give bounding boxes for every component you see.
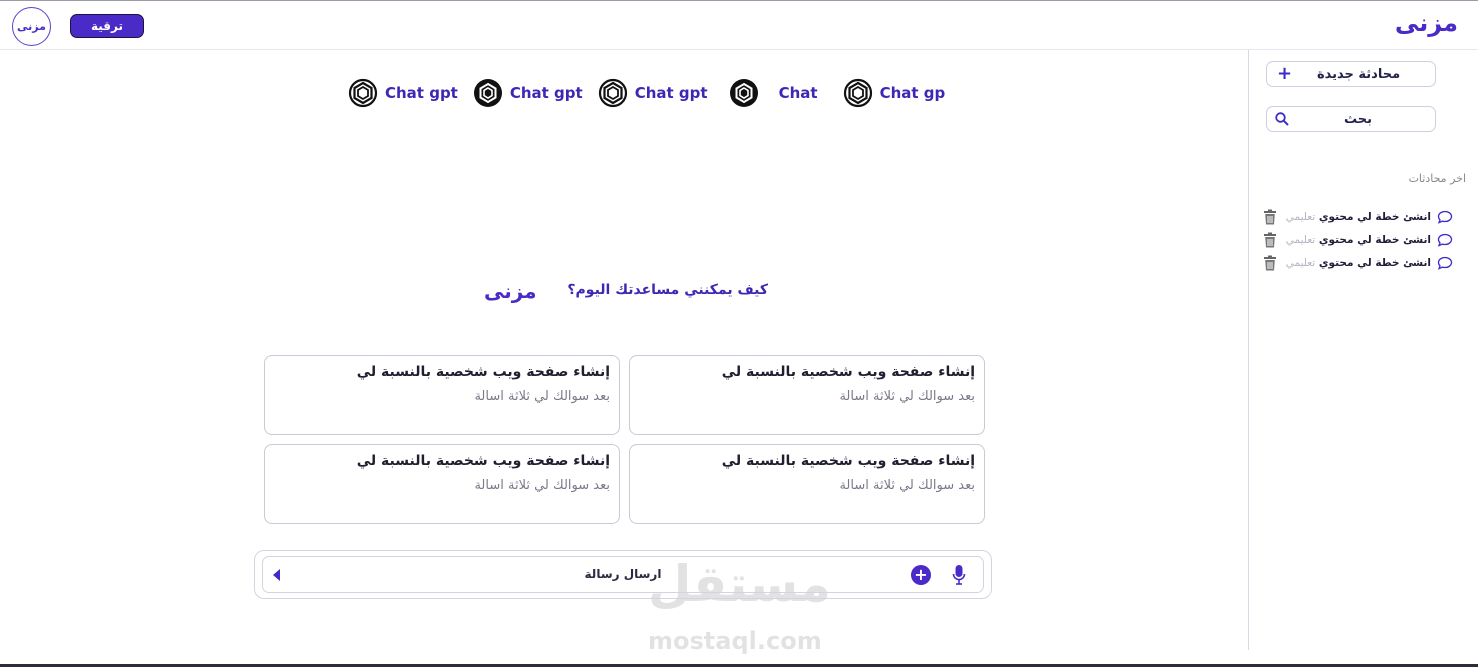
mic-icon[interactable]: [952, 564, 966, 586]
suggestion-card[interactable]: إنشاء صفحة ويب شخصية بالنسبة لي بعد سوال…: [264, 355, 620, 435]
message-composer: ارسال رسالة +: [254, 550, 992, 599]
suggestion-title: إنشاء صفحة ويب شخصية بالنسبة لي: [721, 364, 975, 380]
openai-icon: [348, 78, 378, 108]
conversation-list: انشئ خطة لي محتوي تعليمي انشئ خطة لي محت…: [1253, 205, 1453, 274]
upgrade-button[interactable]: ترقية: [70, 14, 144, 38]
conversation-title: انشئ خطة لي محتوي تعليمي: [1281, 257, 1431, 269]
conversation-item[interactable]: انشئ خطة لي محتوي تعليمي: [1253, 228, 1453, 251]
suggestion-subtitle: بعد سوالك لي ثلاثة اسالة: [474, 478, 610, 493]
message-placeholder: ارسال رسالة: [584, 567, 662, 581]
message-input[interactable]: ارسال رسالة +: [262, 556, 984, 593]
suggestion-card[interactable]: إنشاء صفحة ويب شخصية بالنسبة لي بعد سوال…: [629, 355, 985, 435]
openai-icon: [473, 79, 502, 107]
search-label: بحث: [1343, 111, 1372, 127]
user-avatar[interactable]: مزنى: [12, 7, 51, 46]
conversation-title: انشئ خطة لي محتوي تعليمي: [1281, 234, 1431, 246]
model-option[interactable]: Chat gpt: [348, 78, 458, 108]
conversation-title-main: انشئ خطة لي محتوي: [1315, 256, 1431, 269]
search-icon: [1275, 112, 1289, 126]
chat-bubble-icon: [1437, 210, 1453, 224]
suggestion-title: إنشاء صفحة ويب شخصية بالنسبة لي: [356, 453, 610, 469]
model-label: Chat: [778, 84, 818, 102]
suggestion-subtitle: بعد سوالك لي ثلاثة اسالة: [839, 389, 975, 404]
conversation-item[interactable]: انشئ خطة لي محتوي تعليمي: [1253, 205, 1453, 228]
greeting-logo-text: مزنى: [484, 279, 537, 303]
suggestion-title: إنشاء صفحة ويب شخصية بالنسبة لي: [721, 453, 975, 469]
suggestion-subtitle: بعد سوالك لي ثلاثة اسالة: [839, 478, 975, 493]
openai-icon: [729, 79, 758, 107]
suggestion-card[interactable]: إنشاء صفحة ويب شخصية بالنسبة لي بعد سوال…: [629, 444, 985, 524]
trash-icon[interactable]: [1262, 255, 1278, 271]
search-input[interactable]: بحث: [1266, 106, 1436, 132]
chat-bubble-icon: [1437, 256, 1453, 270]
plus-icon: +: [914, 565, 928, 584]
model-label: Chat gpt: [509, 84, 583, 102]
model-label: Chat gpt: [385, 84, 458, 102]
brand-logo[interactable]: مزنى: [1395, 9, 1458, 37]
add-attachment-button[interactable]: +: [911, 565, 931, 585]
greeting: مزنى كيف يمكنني مساعدتك اليوم؟: [484, 277, 774, 307]
conversation-item[interactable]: انشئ خطة لي محتوي تعليمي: [1253, 251, 1453, 274]
model-option[interactable]: Chat gp: [843, 78, 946, 108]
conversation-title-main: انشئ خطة لي محتوي: [1315, 233, 1431, 246]
greeting-logo: مزنى: [484, 279, 537, 303]
conversation-title-faded: تعليمي: [1285, 256, 1316, 269]
trash-icon[interactable]: [1262, 209, 1278, 225]
avatar-logo-text: مزنى: [17, 20, 46, 33]
greeting-text: كيف يمكنني مساعدتك اليوم؟: [567, 282, 768, 298]
recent-conversations-title: اخر محادثات: [1408, 172, 1466, 185]
chat-bubble-icon: [1437, 233, 1453, 247]
openai-icon: [598, 78, 627, 108]
model-label: Chat gp: [879, 84, 946, 102]
model-option[interactable]: Chat: [729, 78, 818, 108]
conversation-title-faded: تعليمي: [1285, 233, 1316, 246]
openai-icon: [843, 78, 872, 108]
conversation-title-main: انشئ خطة لي محتوي: [1315, 210, 1431, 223]
trash-icon[interactable]: [1262, 232, 1278, 248]
conversation-title: انشئ خطة لي محتوي تعليمي: [1281, 211, 1431, 223]
model-selector-row: Chat gpt Chat gpt Chat gpt Chat Chat gp: [348, 78, 960, 108]
conversation-title-faded: تعليمي: [1285, 210, 1316, 223]
new-chat-label: محادثة جديدة: [1316, 66, 1401, 82]
suggestion-title: إنشاء صفحة ويب شخصية بالنسبة لي: [356, 364, 610, 380]
sidebar: محادثة جديدة + بحث اخر محادثات انشئ خطة …: [1248, 50, 1478, 650]
model-label: Chat gpt: [634, 84, 708, 102]
plus-icon: +: [1277, 63, 1293, 84]
suggestion-subtitle: بعد سوالك لي ثلاثة اسالة: [474, 389, 610, 404]
top-bar: مزنى ترقية مزنى: [0, 0, 1478, 50]
model-option[interactable]: Chat gpt: [473, 78, 583, 108]
brand-logo-text: مزنى: [1394, 9, 1458, 37]
new-chat-button[interactable]: محادثة جديدة +: [1266, 61, 1436, 87]
suggestion-card[interactable]: إنشاء صفحة ويب شخصية بالنسبة لي بعد سوال…: [264, 444, 620, 524]
model-option[interactable]: Chat gpt: [598, 78, 708, 108]
watermark-latin: mostaql.com: [648, 627, 822, 655]
